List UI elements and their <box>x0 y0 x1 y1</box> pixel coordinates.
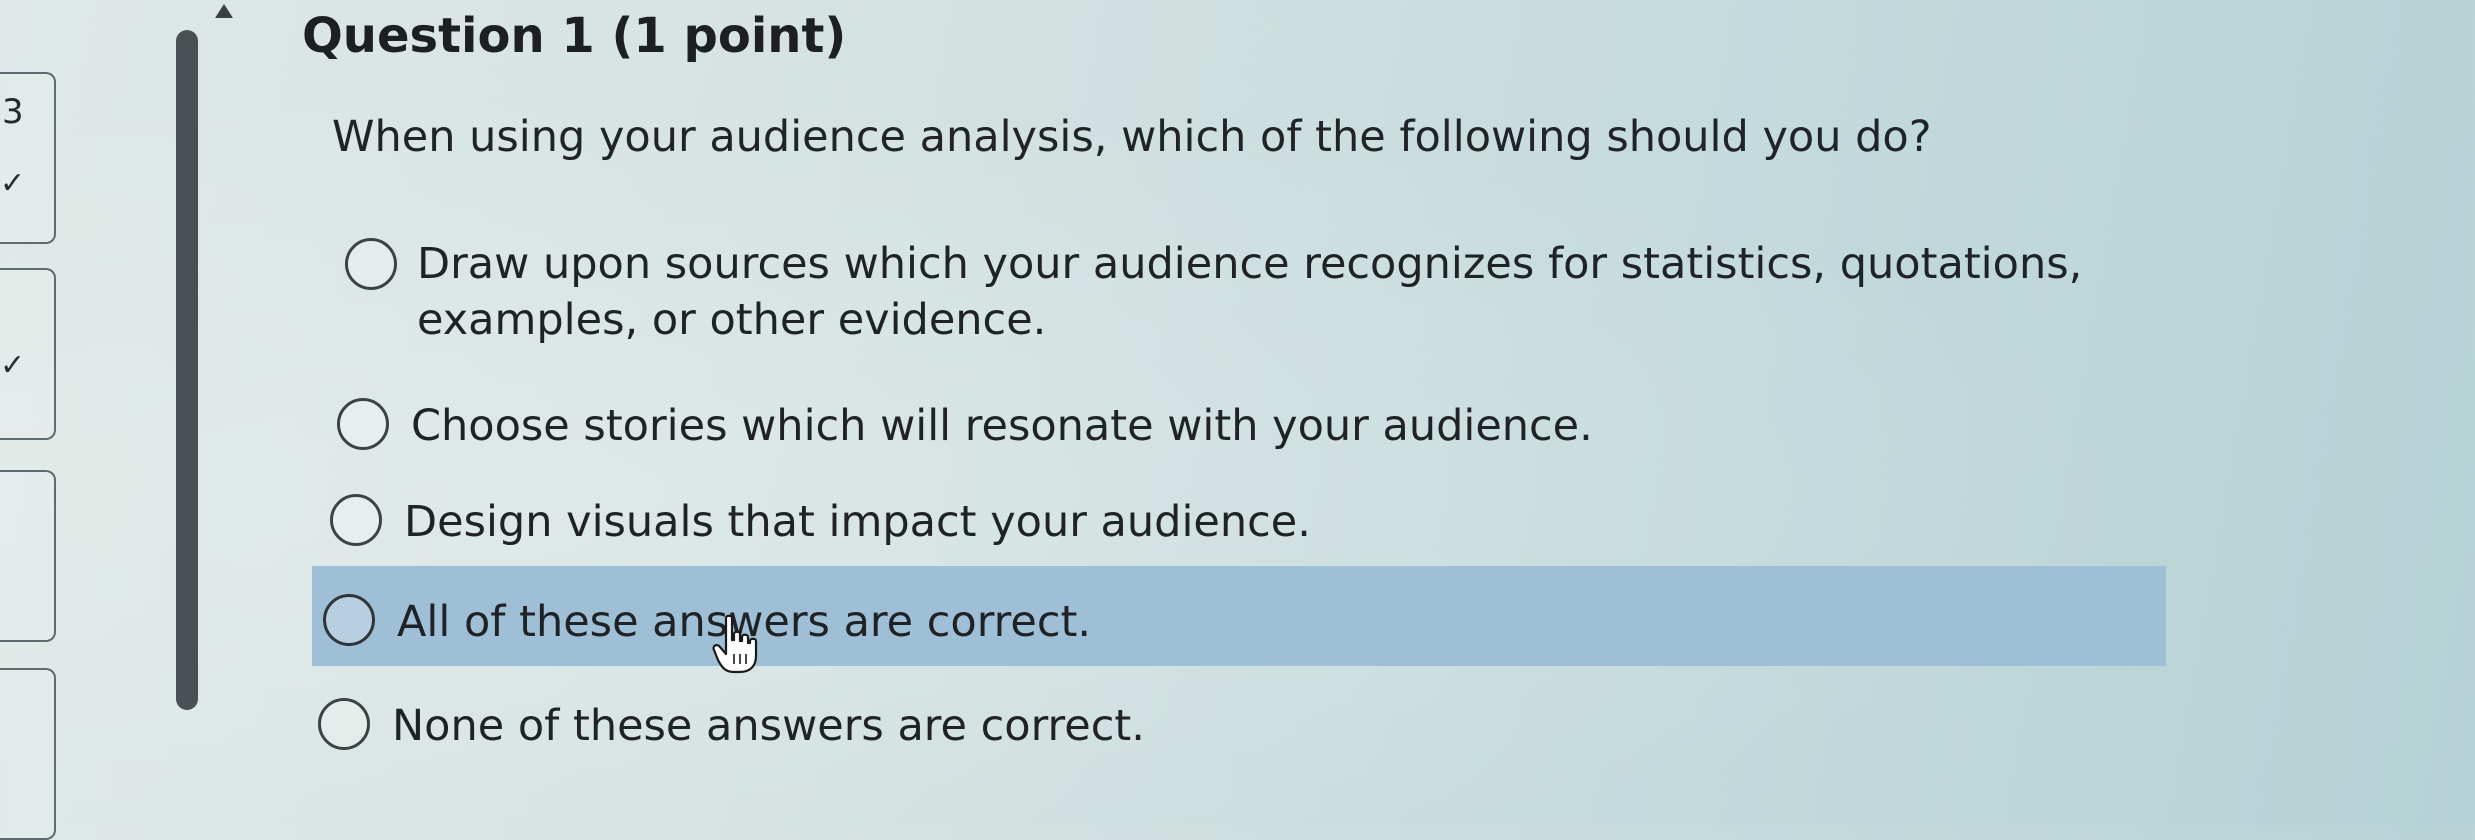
answer-option[interactable]: Draw upon sources which your audience re… <box>345 236 2217 348</box>
nav-question-4[interactable]: ✓ <box>0 268 56 440</box>
question-title: Question 1 (1 point) <box>302 8 847 64</box>
nav-question-number: 3 <box>2 92 24 132</box>
answer-option[interactable]: All of these answers are correct. <box>323 594 1091 650</box>
nav-question-3[interactable]: 3 ✓ <box>0 72 56 244</box>
radio-button[interactable] <box>330 494 382 546</box>
answer-option[interactable]: Choose stories which will resonate with … <box>337 398 1593 454</box>
radio-button[interactable] <box>323 594 375 646</box>
check-icon: ✓ <box>0 348 26 383</box>
question-text: When using your audience analysis, which… <box>332 112 1932 162</box>
radio-button[interactable] <box>318 698 370 750</box>
answer-option-label: Choose stories which will resonate with … <box>411 401 1593 451</box>
check-icon: ✓ <box>0 166 26 201</box>
nav-question-6[interactable] <box>0 668 56 840</box>
answer-option[interactable]: None of these answers are correct. <box>318 698 1145 754</box>
answer-option-label: None of these answers are correct. <box>392 701 1145 751</box>
nav-question-5[interactable] <box>0 470 56 642</box>
radio-button[interactable] <box>345 238 397 290</box>
answer-option-label: Design visuals that impact your audience… <box>404 497 1311 547</box>
radio-button[interactable] <box>337 398 389 450</box>
answer-option[interactable]: Design visuals that impact your audience… <box>330 494 1311 550</box>
scrollbar[interactable] <box>176 30 198 710</box>
scroll-up-icon[interactable] <box>215 4 233 18</box>
answer-option-label: Draw upon sources which your audience re… <box>417 239 2083 345</box>
hand-pointer-icon <box>712 614 758 674</box>
